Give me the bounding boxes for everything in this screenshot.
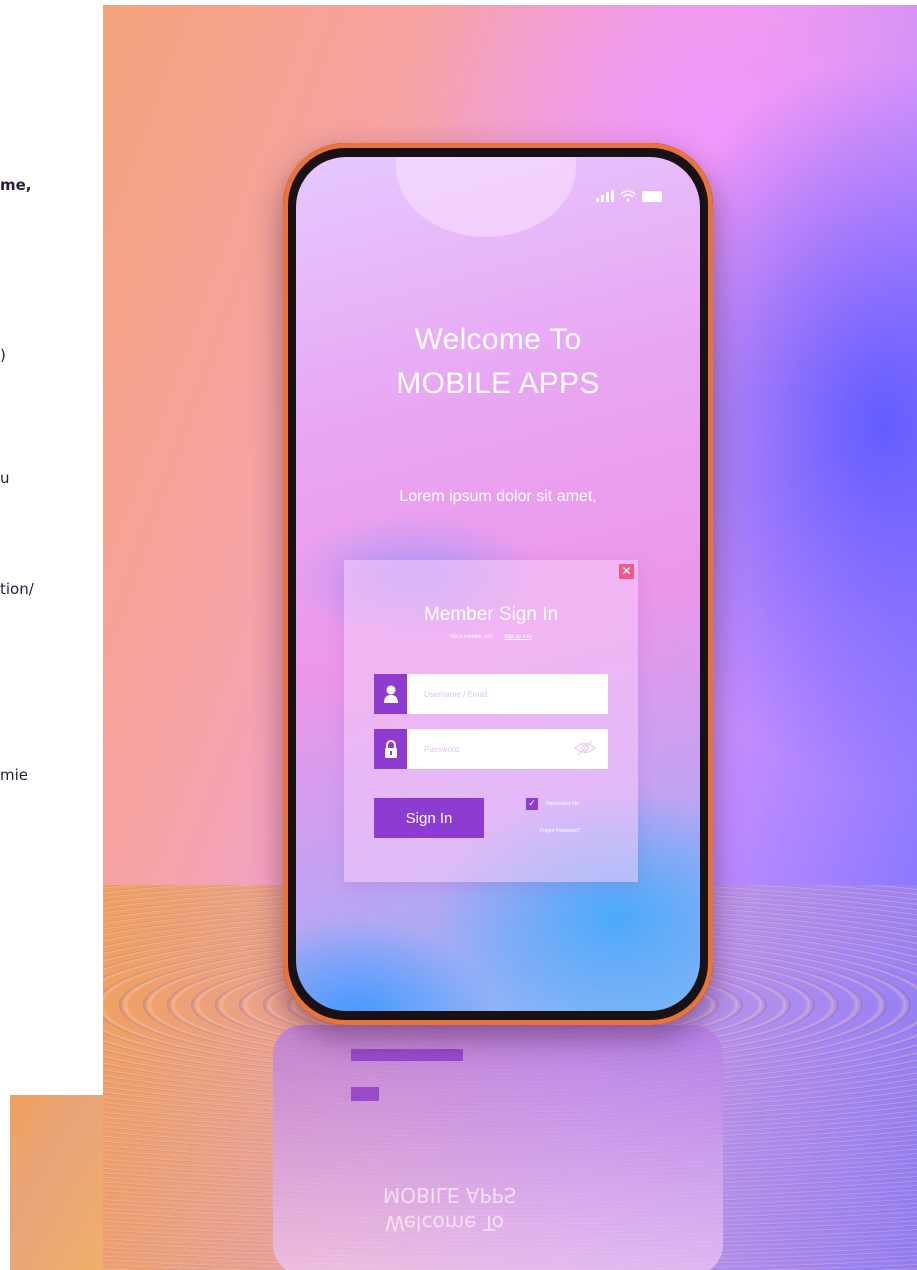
text-fragment: mie — [0, 766, 29, 784]
username-input[interactable] — [422, 684, 586, 704]
hero-photo: MOBILE APPS Welcome To Welcome To MOBILE… — [103, 5, 917, 1270]
user-icon — [374, 674, 407, 714]
photo-corner — [10, 1095, 103, 1270]
not-member-text: Not a member yet? — [450, 634, 493, 640]
app-name-title: MOBILE APPS — [396, 367, 600, 400]
username-field[interactable] — [374, 674, 608, 714]
signup-link[interactable]: Sign up now — [504, 634, 532, 640]
phone-reflection: MOBILE APPS Welcome To — [273, 1025, 723, 1270]
reflection-text: MOBILE APPS — [383, 1183, 517, 1207]
remember-me[interactable]: ✓ Remember Me — [526, 798, 579, 810]
welcome-title: Welcome To — [414, 323, 582, 356]
eye-slash-icon[interactable] — [574, 739, 596, 757]
reflection-text: Welcome To — [385, 1211, 504, 1235]
remember-checkbox[interactable]: ✓ — [526, 798, 538, 810]
forgot-password-link[interactable]: Forgot Password? — [540, 828, 581, 834]
signal-icon — [596, 190, 614, 202]
status-bar — [596, 190, 662, 202]
phone-screen: Welcome To MOBILE APPS Lorem ipsum dolor… — [296, 157, 700, 1011]
signin-button[interactable]: Sign In — [374, 798, 484, 838]
remember-label: Remember Me — [546, 801, 580, 807]
card-title: Member Sign In — [423, 604, 559, 625]
reflection-badge — [351, 1087, 379, 1101]
text-fragment: ) — [0, 346, 6, 364]
battery-icon — [642, 190, 662, 202]
close-icon[interactable]: ✕ — [619, 564, 634, 579]
screen-glow — [396, 157, 576, 237]
password-field[interactable] — [374, 729, 608, 769]
text-fragment: me, — [0, 176, 32, 194]
reflection-button — [351, 1049, 463, 1061]
text-fragment: tion/ — [0, 580, 34, 598]
lock-icon — [374, 729, 407, 769]
phone-device: Welcome To MOBILE APPS Lorem ipsum dolor… — [283, 143, 713, 1025]
signin-card: ✕ Member Sign In Not a member yet? Sign … — [344, 560, 638, 882]
subtitle: Lorem ipsum dolor sit amet, — [399, 488, 597, 505]
card-links: Not a member yet? Sign up now — [344, 634, 638, 640]
text-fragment: u — [0, 469, 10, 487]
password-input[interactable] — [422, 739, 586, 759]
wifi-icon — [620, 190, 636, 202]
